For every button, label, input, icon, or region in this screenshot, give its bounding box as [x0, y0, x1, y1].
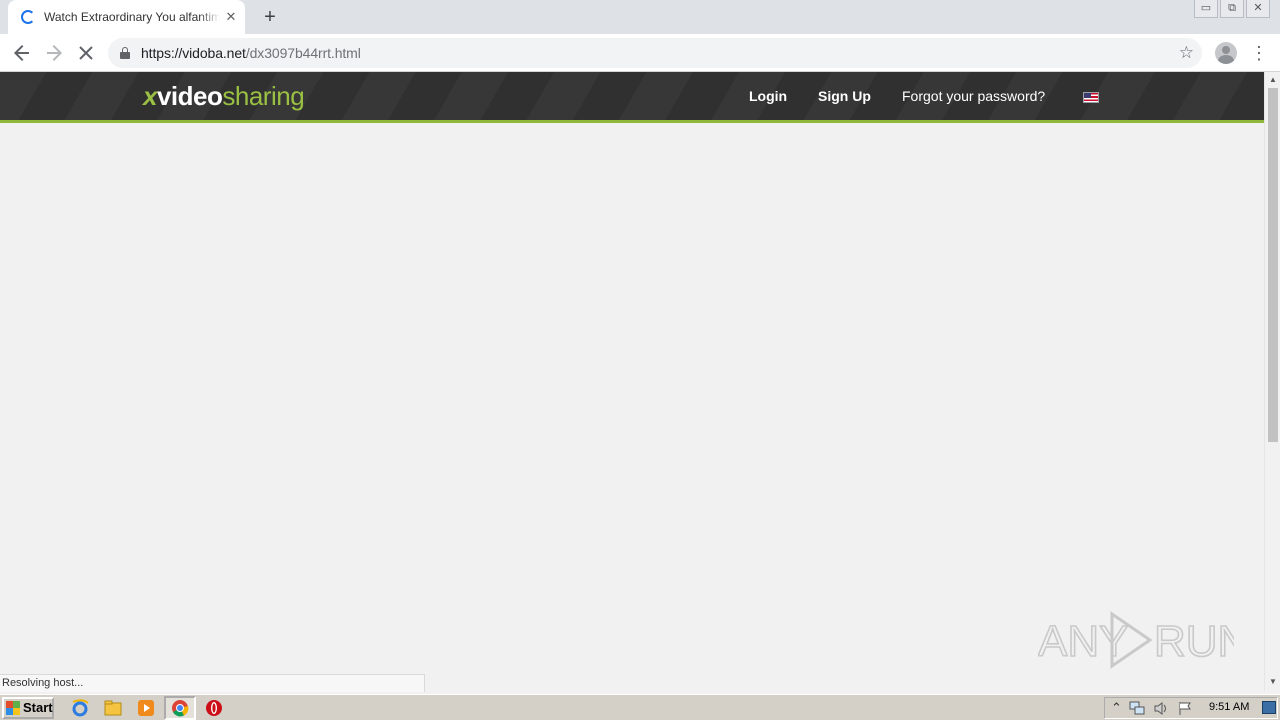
status-bubble: Resolving host...: [0, 674, 425, 692]
forward-icon[interactable]: [42, 41, 66, 65]
browser-tab[interactable]: Watch Extraordinary You alfantime m ✕: [8, 0, 245, 34]
chrome-icon: [172, 700, 189, 717]
forgot-password-link[interactable]: Forgot your password?: [902, 88, 1045, 104]
tab-close-icon[interactable]: ✕: [223, 9, 239, 25]
minimize-button[interactable]: ▭: [1194, 0, 1218, 18]
media-player-icon[interactable]: [136, 698, 156, 718]
start-label: Start: [23, 700, 53, 715]
star-icon[interactable]: ☆: [1179, 42, 1194, 64]
flag-icon[interactable]: [1177, 701, 1193, 716]
windows-logo-icon: [6, 701, 20, 715]
system-tray: ⌃ 9:51 AM: [1104, 697, 1278, 719]
watermark-right-text: RUN: [1154, 617, 1234, 666]
login-link[interactable]: Login: [749, 88, 787, 104]
watermark-left-text: ANY: [1038, 617, 1128, 666]
address-bar[interactable]: https://vidoba.net/dx3097b44rrt.html ☆: [108, 38, 1202, 68]
logo-video: video: [156, 81, 223, 111]
browser-tab-strip: Watch Extraordinary You alfantime m ✕ + …: [0, 0, 1280, 34]
loading-spinner-icon: [21, 10, 35, 24]
vertical-scrollbar[interactable]: ▲ ▼: [1264, 72, 1280, 691]
scroll-up-icon[interactable]: ▲: [1268, 75, 1278, 85]
opera-icon[interactable]: [204, 698, 224, 718]
page-content: [0, 126, 1264, 691]
restore-button[interactable]: ⧉: [1220, 0, 1244, 18]
close-window-button[interactable]: ✕: [1246, 0, 1270, 18]
arrow-up-icon[interactable]: ⌃: [1111, 701, 1122, 715]
site-header: xvideosharing Login Sign Up Forgot your …: [0, 72, 1264, 123]
lock-icon[interactable]: [120, 47, 130, 59]
us-flag-icon[interactable]: [1083, 92, 1099, 103]
signup-link[interactable]: Sign Up: [818, 88, 871, 104]
scroll-down-icon[interactable]: ▼: [1268, 677, 1278, 687]
taskbar: Start ⌃ 9:51 AM: [0, 694, 1280, 720]
window-controls: ▭ ⧉ ✕: [1192, 0, 1270, 18]
show-desktop-icon[interactable]: [1262, 701, 1276, 714]
ie-icon[interactable]: [70, 698, 90, 718]
logo-x: x: [143, 81, 157, 111]
scroll-thumb[interactable]: [1268, 88, 1278, 442]
new-tab-button[interactable]: +: [259, 6, 281, 28]
menu-icon[interactable]: ⋮: [1250, 42, 1268, 64]
site-logo[interactable]: xvideosharing: [143, 81, 305, 111]
tab-title: Watch Extraordinary You alfantime m: [44, 10, 220, 24]
logo-sharing: sharing: [222, 81, 305, 111]
anyrun-watermark: ANY RUN: [1038, 611, 1234, 669]
start-button[interactable]: Start: [2, 697, 54, 719]
back-icon[interactable]: [10, 41, 34, 65]
explorer-icon[interactable]: [103, 698, 123, 718]
volume-icon[interactable]: [1153, 701, 1169, 716]
network-icon[interactable]: [1129, 701, 1145, 716]
profile-icon[interactable]: [1215, 42, 1237, 64]
url-host: https://vidoba.net: [141, 45, 246, 61]
browser-toolbar: https://vidoba.net/dx3097b44rrt.html ☆ ⋮: [0, 34, 1280, 72]
url-text[interactable]: https://vidoba.net/dx3097b44rrt.html: [141, 45, 361, 61]
url-path: /dx3097b44rrt.html: [245, 45, 361, 61]
clock[interactable]: 9:51 AM: [1209, 701, 1249, 713]
chrome-taskbar-button[interactable]: [164, 696, 196, 720]
stop-icon[interactable]: [74, 41, 98, 65]
